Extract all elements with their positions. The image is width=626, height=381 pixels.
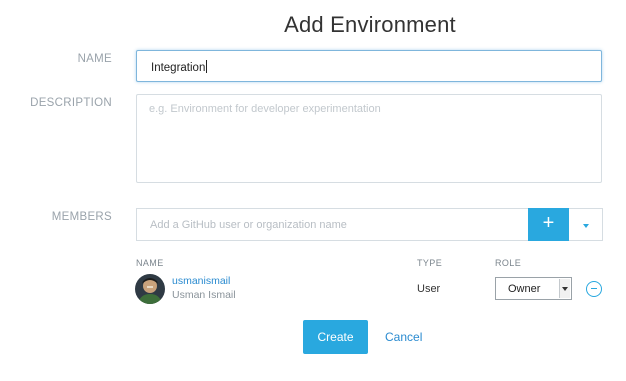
add-member-button[interactable]: + (528, 208, 569, 241)
minus-circle-icon (591, 288, 597, 289)
chevron-down-icon (562, 287, 568, 291)
page-title: Add Environment (284, 12, 456, 37)
create-button[interactable]: Create (303, 320, 368, 354)
remove-member-button[interactable] (586, 281, 602, 297)
description-field[interactable]: e.g. Environment for developer experimen… (136, 94, 602, 183)
plus-icon: + (542, 212, 555, 234)
member-search-input[interactable]: Add a GitHub user or organization name (136, 208, 528, 241)
cancel-button[interactable]: Cancel (385, 330, 422, 344)
member-search-placeholder: Add a GitHub user or organization name (150, 219, 347, 231)
column-header-type: TYPE (417, 258, 443, 268)
name-label: NAME (77, 53, 112, 65)
column-header-role: ROLE (495, 258, 522, 268)
role-select[interactable]: Owner (495, 277, 572, 300)
avatar (135, 274, 165, 304)
member-full-name: Usman Ismail (172, 289, 236, 301)
column-header-name: NAME (136, 258, 164, 268)
member-login-link[interactable]: usmanismail (172, 275, 230, 287)
caret-down-icon (583, 224, 589, 228)
description-placeholder: e.g. Environment for developer experimen… (149, 103, 381, 115)
user-avatar-icon (135, 274, 165, 304)
select-arrow (559, 279, 570, 298)
name-field-value: Integration (151, 62, 206, 74)
member-dropdown-button[interactable] (569, 208, 603, 241)
description-label: DESCRIPTION (30, 97, 112, 109)
role-select-value: Owner (508, 283, 541, 295)
member-type: User (417, 283, 441, 295)
text-cursor (206, 60, 208, 73)
members-label: MEMBERS (51, 211, 112, 223)
name-field[interactable]: Integration (136, 50, 602, 82)
